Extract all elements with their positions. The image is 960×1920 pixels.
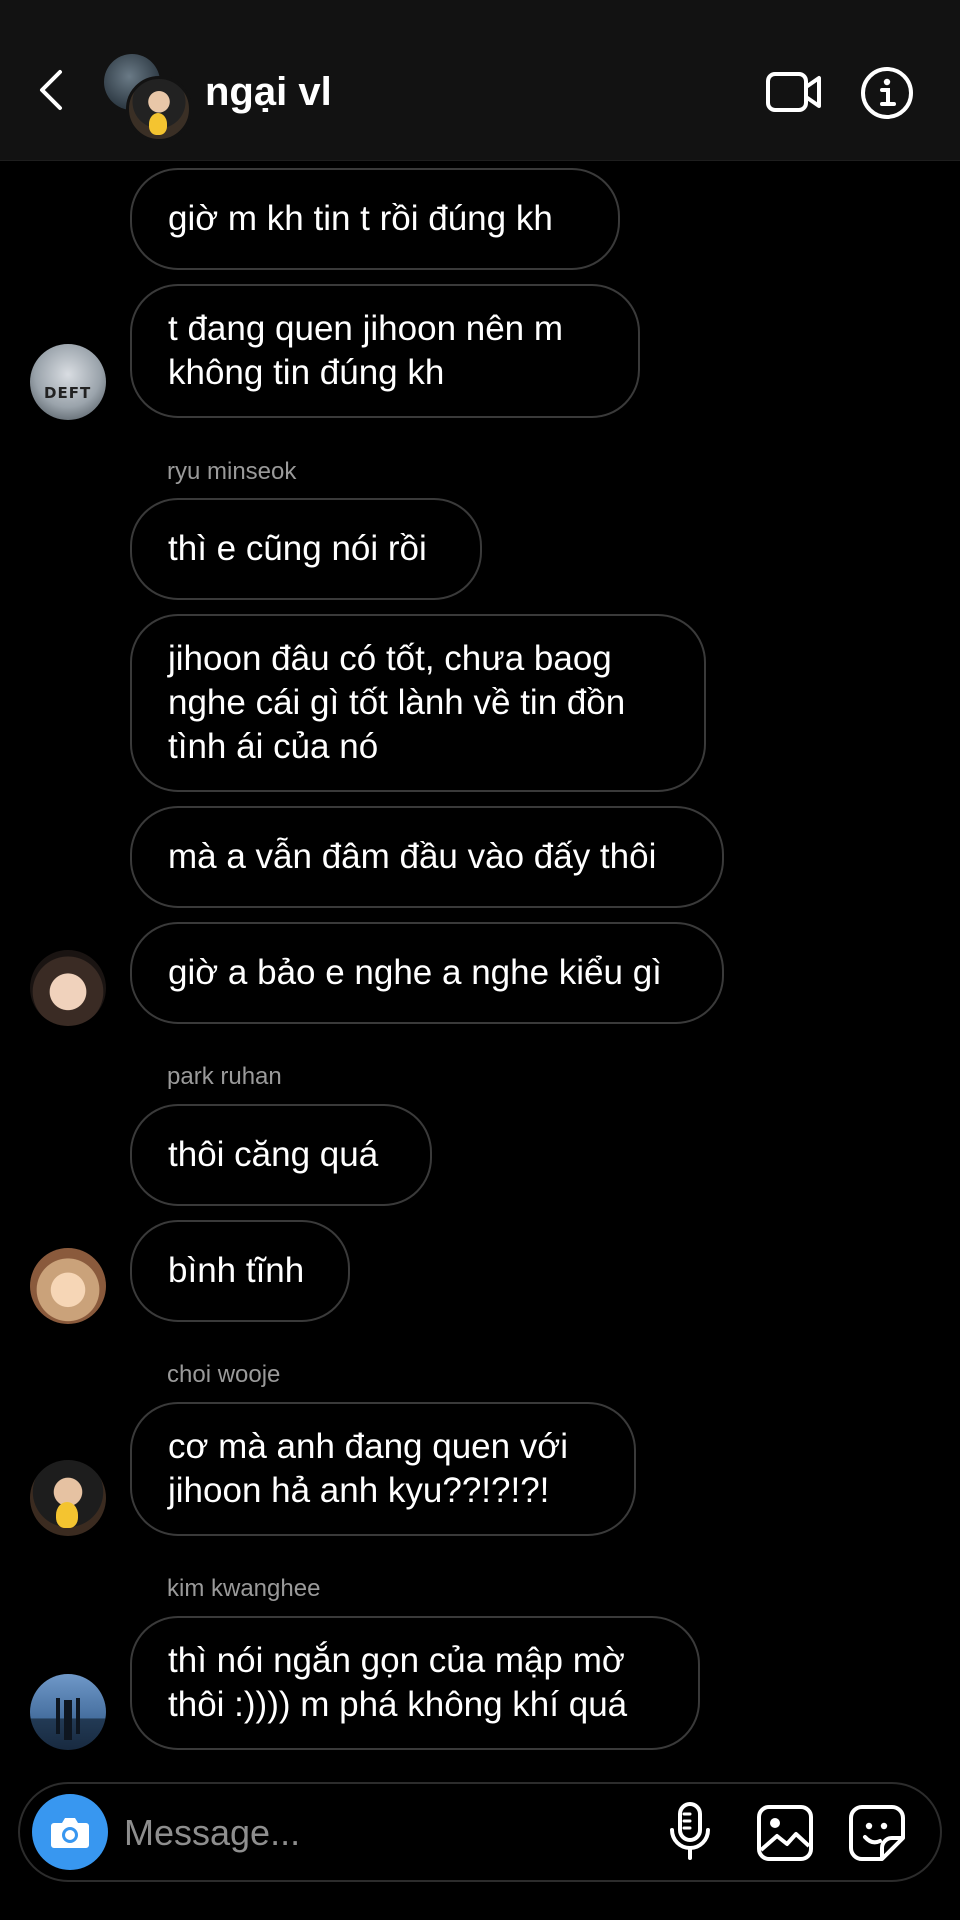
sender-name: park ruhan [167,1063,282,1090]
avatar[interactable] [30,1460,106,1536]
group-avatar-front [126,76,192,142]
message-text: giờ a bảo e nghe a nghe kiểu gì [168,953,662,992]
message-text: giờ m kh tin t rồi đúng kh [168,199,553,238]
sender-name: kim kwanghee [167,1575,321,1602]
message-text: thôi căng quá [168,1135,379,1174]
group-avatar[interactable] [104,54,192,142]
avatar[interactable]: DEFT [30,344,106,420]
avatar[interactable] [30,1248,106,1324]
message-text: t đang quen jihoon nên m không tin đúng … [168,309,564,392]
message-bubble[interactable]: thôi căng quá [130,1104,432,1206]
sender-name: ryu minseok [167,458,297,485]
message-bubble[interactable]: mà a vẫn đâm đầu vào đấy thôi [130,806,724,908]
message-text: mà a vẫn đâm đầu vào đấy thôi [168,837,657,876]
camera-button[interactable] [32,1794,108,1870]
message-text: cơ mà anh đang quen với jihoon hả anh ky… [168,1427,569,1510]
message-bubble[interactable]: thì e cũng nói rồi [130,498,482,600]
sticker-button[interactable] [848,1804,906,1862]
message-text: thì e cũng nói rồi [168,529,427,568]
message-bubble[interactable]: thì nói ngắn gọn của mập mờ thôi :)))) m… [130,1616,700,1750]
gallery-button[interactable] [756,1804,814,1862]
info-button[interactable] [860,66,914,120]
sticker-icon [849,1805,905,1861]
chevron-left-icon [40,70,62,110]
sender-name: choi wooje [167,1361,281,1388]
chat-header: ngại vl [0,0,960,161]
message-input[interactable] [122,1806,626,1860]
microphone-button[interactable] [668,1802,712,1862]
message-bubble[interactable]: jihoon đâu có tốt, chưa baog nghe cái gì… [130,614,706,792]
info-icon [861,67,913,119]
camera-icon [51,1818,89,1848]
message-bubble[interactable]: giờ m kh tin t rồi đúng kh [130,168,620,270]
video-call-button[interactable] [766,70,822,114]
back-button[interactable] [30,68,74,112]
avatar-cap-text: DEFT [44,384,92,402]
message-bubble[interactable]: t đang quen jihoon nên m không tin đúng … [130,284,640,418]
microphone-icon [670,1802,710,1860]
message-bubble[interactable]: giờ a bảo e nghe a nghe kiểu gì [130,922,724,1024]
message-text: bình tĩnh [168,1251,305,1290]
avatar[interactable] [30,1674,106,1750]
message-text: jihoon đâu có tốt, chưa baog nghe cái gì… [168,639,626,766]
video-call-icon [766,72,821,112]
avatar[interactable] [30,950,106,1026]
message-composer [18,1782,942,1882]
chat-title[interactable]: ngại vl [205,68,332,116]
message-bubble[interactable]: bình tĩnh [130,1220,350,1322]
image-icon [757,1805,813,1861]
message-text: thì nói ngắn gọn của mập mờ thôi :)))) m… [168,1641,628,1724]
message-bubble[interactable]: cơ mà anh đang quen với jihoon hả anh ky… [130,1402,636,1536]
